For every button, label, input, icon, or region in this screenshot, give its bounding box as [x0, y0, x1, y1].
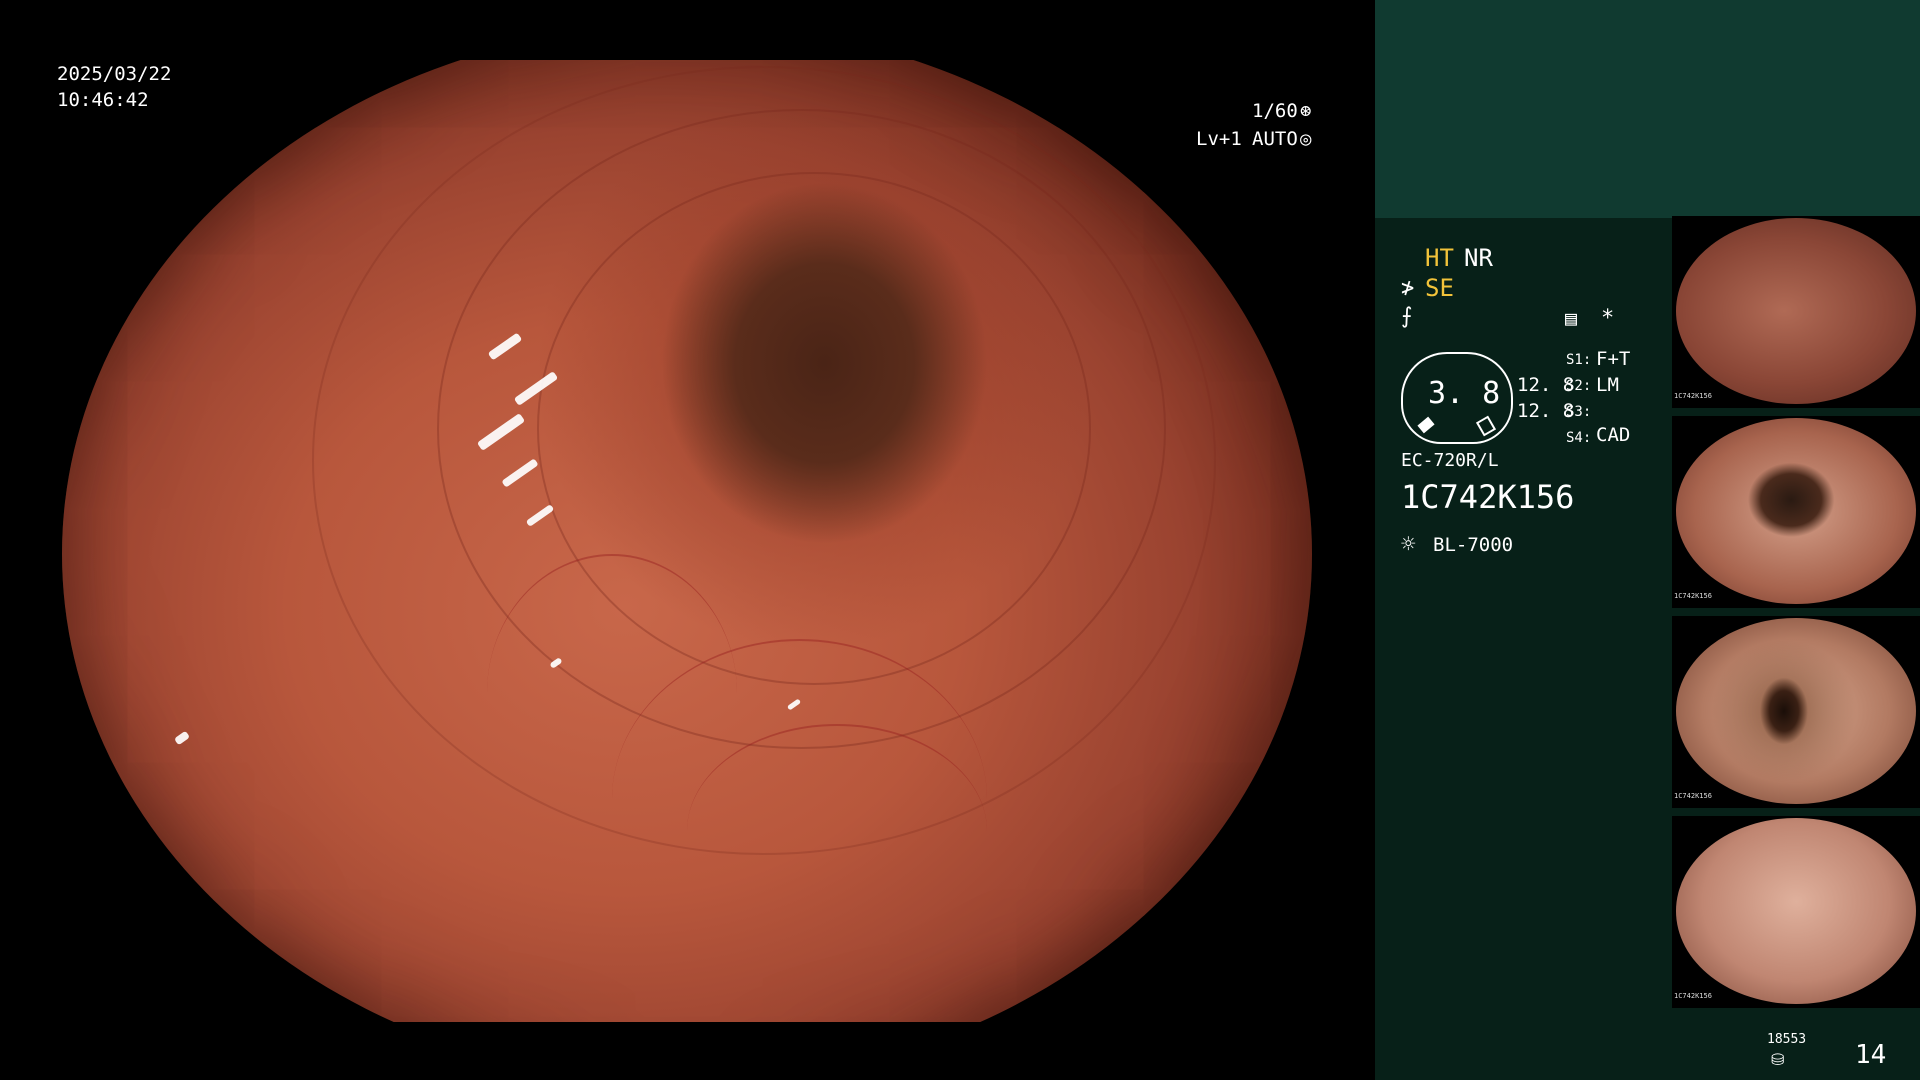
s2-label: S2: [1566, 378, 1592, 394]
storage-count: 18553 [1767, 1032, 1807, 1047]
vessel-pattern [687, 723, 987, 938]
brightness-level: Lv+1 [1196, 128, 1242, 150]
s2-value: LM [1596, 374, 1619, 396]
exam-time: 10:46:42 [57, 89, 149, 111]
thumbnail-image [1676, 218, 1916, 404]
colon-lumen-image [62, 60, 1312, 1022]
structure-enhance-icon: ≯ [1401, 276, 1415, 301]
thumbnail-label: 1C742K156 [1674, 992, 1712, 1000]
thumbnail-image [1676, 418, 1916, 604]
gauge-marker-left [1417, 416, 1435, 434]
light-reflection [173, 730, 190, 746]
light-source-icon: ☼ [1401, 530, 1416, 558]
light-source-model: BL-7000 [1433, 534, 1514, 556]
shutter-icon: ⊛ [1300, 100, 1312, 122]
shutter-speed: 1/60 [1252, 100, 1298, 122]
se-indicator: SE [1425, 274, 1454, 302]
image-count: 14 [1855, 1040, 1887, 1070]
s1-label: S1: [1566, 352, 1592, 368]
scope-model: EC-720R/L [1401, 450, 1499, 471]
nr-indicator: NR [1464, 244, 1493, 272]
scope-serial: 1C742K156 [1401, 478, 1575, 516]
thumbnail-image [1676, 818, 1916, 1004]
s3-label: S3: [1566, 404, 1592, 420]
star-indicator: * [1601, 306, 1615, 331]
iris-gauge-value: 3. 8 [1428, 376, 1501, 411]
storage-icon: ⛁ [1771, 1050, 1785, 1069]
color-mode-icon: ⨍ [1401, 304, 1413, 329]
s1-value: F+T [1596, 348, 1631, 370]
thumbnail-image [1676, 618, 1916, 804]
exam-date: 2025/03/22 [57, 63, 172, 85]
iris-mode: AUTO [1252, 128, 1298, 150]
endoscope-live-view: 2025/03/22 10:46:42 1/60 ⊛ Lv+1 AUTO ◎ [0, 0, 1375, 1080]
s4-value: CAD [1596, 424, 1631, 446]
thumbnail-2[interactable]: 1C742K156 [1672, 416, 1920, 608]
thumbnail-label: 1C742K156 [1674, 592, 1712, 600]
vessel-pattern [487, 554, 737, 832]
thumbnail-3[interactable]: 1C742K156 [1672, 616, 1920, 808]
gauge-marker-right [1475, 415, 1497, 437]
iris-icon: ◎ [1300, 128, 1312, 150]
thumbnail-4[interactable]: 1C742K156 [1672, 816, 1920, 1008]
thumbnail-label: 1C742K156 [1674, 392, 1712, 400]
s4-label: S4: [1566, 430, 1592, 446]
thumbnail-1[interactable]: 1C742K156 [1672, 216, 1920, 408]
ht-indicator: HT [1425, 244, 1454, 272]
thumbnail-label: 1C742K156 [1674, 792, 1712, 800]
menu-icon: ▤ [1565, 306, 1578, 330]
panel-header-area [1375, 0, 1920, 218]
iris-gauge: 3. 8 [1401, 352, 1513, 444]
